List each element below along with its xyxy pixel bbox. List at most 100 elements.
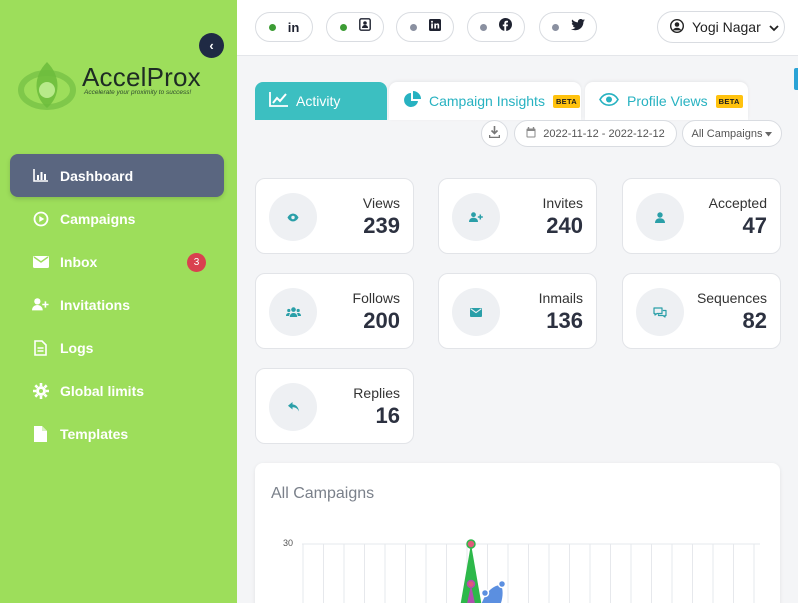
linkedin-text-icon: in bbox=[287, 19, 300, 35]
status-dot bbox=[268, 23, 276, 31]
sidebar-item-logs[interactable]: Logs bbox=[10, 326, 224, 369]
campaign-select[interactable]: All Campaigns bbox=[682, 120, 782, 147]
chart-series-shapes bbox=[460, 539, 507, 603]
chart-canvas: 30 bbox=[283, 538, 760, 603]
sidebar-item-label: Invitations bbox=[60, 296, 131, 313]
tab-profile-views[interactable]: Profile Views BETA bbox=[585, 82, 748, 120]
pie-chart-icon bbox=[403, 90, 421, 112]
area-chart-icon bbox=[269, 92, 288, 110]
stat-card-follows: Follows 200 bbox=[255, 273, 414, 349]
sidebar-item-campaigns[interactable]: Campaigns bbox=[10, 197, 224, 240]
stat-label: Inmails bbox=[538, 290, 583, 306]
linkedin-square-icon bbox=[428, 18, 441, 36]
sidebar: ‹ AccelProx Accelerate your proximity to… bbox=[0, 0, 237, 603]
status-dot bbox=[480, 23, 487, 31]
sidebar-item-label: Logs bbox=[60, 339, 94, 356]
document-icon bbox=[32, 425, 49, 442]
sidebar-item-global-limits[interactable]: Global limits bbox=[10, 369, 224, 412]
stat-label: Replies bbox=[353, 385, 400, 401]
sidebar-item-label: Dashboard bbox=[60, 167, 134, 184]
file-icon bbox=[32, 339, 49, 356]
stat-card-replies: Replies 16 bbox=[255, 368, 414, 444]
eye-icon bbox=[599, 92, 619, 109]
sidebar-item-templates[interactable]: Templates bbox=[10, 412, 224, 455]
bar-chart-icon bbox=[32, 167, 49, 184]
stat-value: 82 bbox=[742, 308, 767, 333]
tab-label: Activity bbox=[296, 93, 341, 109]
status-dot bbox=[339, 23, 347, 31]
user-menu[interactable]: Yogi Nagar bbox=[657, 11, 785, 43]
sidebar-item-invitations[interactable]: Invitations bbox=[10, 283, 224, 326]
sidebar-item-label: Inbox bbox=[60, 253, 98, 270]
sidebar-item-label: Templates bbox=[60, 425, 129, 442]
account-linkedin-1[interactable]: in bbox=[255, 12, 313, 42]
user-icon bbox=[636, 193, 684, 241]
user-plus-icon bbox=[32, 296, 49, 313]
eye-icon bbox=[269, 193, 317, 241]
play-circle-icon bbox=[32, 210, 49, 227]
stat-value: 47 bbox=[742, 213, 767, 238]
sidebar-item-label: Campaigns bbox=[60, 210, 136, 227]
status-dot bbox=[409, 23, 417, 31]
reply-icon bbox=[269, 383, 317, 431]
envelope-icon bbox=[32, 253, 49, 270]
user-avatar-icon bbox=[669, 18, 685, 36]
chart-gridlines bbox=[302, 543, 760, 603]
beta-badge: BETA bbox=[552, 94, 581, 108]
stat-label: Follows bbox=[352, 290, 400, 306]
download-button[interactable] bbox=[481, 120, 508, 147]
side-panel-handle[interactable] bbox=[794, 68, 798, 90]
chevron-left-icon: ‹ bbox=[209, 38, 214, 53]
facebook-icon bbox=[499, 18, 512, 36]
contact-card-icon bbox=[358, 18, 371, 36]
account-twitter[interactable] bbox=[539, 12, 597, 42]
stat-card-inmails: Inmails 136 bbox=[438, 273, 597, 349]
stat-value: 200 bbox=[363, 308, 400, 333]
chevron-down-icon bbox=[769, 19, 779, 35]
sidebar-nav: Dashboard Campaigns Inbox 3 Invitations bbox=[10, 154, 224, 455]
account-contact[interactable] bbox=[326, 12, 384, 42]
chat-icon bbox=[636, 288, 684, 336]
brand-logo[interactable]: AccelProx Accelerate your proximity to s… bbox=[16, 52, 216, 112]
stat-value: 239 bbox=[363, 213, 400, 238]
campaign-select-value: All Campaigns bbox=[691, 127, 763, 140]
stat-value: 136 bbox=[546, 308, 583, 333]
users-icon bbox=[269, 288, 317, 336]
date-range-picker[interactable]: 2022-11-12 - 2022-12-12 bbox=[514, 120, 677, 147]
stat-card-accepted: Accepted 47 bbox=[622, 178, 781, 254]
sidebar-item-dashboard[interactable]: Dashboard bbox=[10, 154, 224, 197]
stat-label: Accepted bbox=[708, 195, 767, 211]
tab-activity[interactable]: Activity bbox=[255, 82, 387, 120]
tab-campaign-insights[interactable]: Campaign Insights BETA bbox=[389, 82, 581, 120]
stat-card-views: Views 239 bbox=[255, 178, 414, 254]
tab-label: Campaign Insights bbox=[429, 93, 545, 109]
stat-card-invites: Invites 240 bbox=[438, 178, 597, 254]
caret-down-icon bbox=[765, 128, 773, 140]
stat-value: 240 bbox=[546, 213, 583, 238]
stat-label: Views bbox=[362, 195, 400, 211]
status-dot bbox=[551, 23, 559, 31]
y-tick-label: 30 bbox=[283, 538, 293, 548]
envelope-icon bbox=[452, 288, 500, 336]
download-icon bbox=[488, 125, 501, 143]
stat-label: Invites bbox=[542, 195, 583, 211]
twitter-icon bbox=[570, 18, 585, 36]
tab-label: Profile Views bbox=[627, 93, 708, 109]
stat-value: 16 bbox=[375, 403, 400, 428]
sidebar-item-label: Global limits bbox=[60, 382, 145, 399]
account-linkedin-2[interactable] bbox=[396, 12, 454, 42]
sidebar-item-inbox[interactable]: Inbox 3 bbox=[10, 240, 224, 283]
stat-card-sequences: Sequences 82 bbox=[622, 273, 781, 349]
account-facebook[interactable] bbox=[467, 12, 525, 42]
all-campaigns-chart-panel: All Campaigns 30 bbox=[255, 463, 780, 603]
user-plus-icon bbox=[452, 193, 500, 241]
gear-icon bbox=[32, 382, 49, 399]
date-range-value: 2022-11-12 - 2022-12-12 bbox=[543, 127, 665, 140]
inbox-unread-badge: 3 bbox=[187, 253, 206, 272]
beta-badge: BETA bbox=[715, 94, 743, 108]
calendar-icon bbox=[526, 126, 536, 141]
stat-label: Sequences bbox=[696, 290, 767, 306]
brand-tagline: Accelerate your proximity to success! bbox=[84, 89, 192, 96]
accelprox-logo-icon bbox=[18, 62, 76, 110]
user-name: Yogi Nagar bbox=[692, 19, 761, 35]
